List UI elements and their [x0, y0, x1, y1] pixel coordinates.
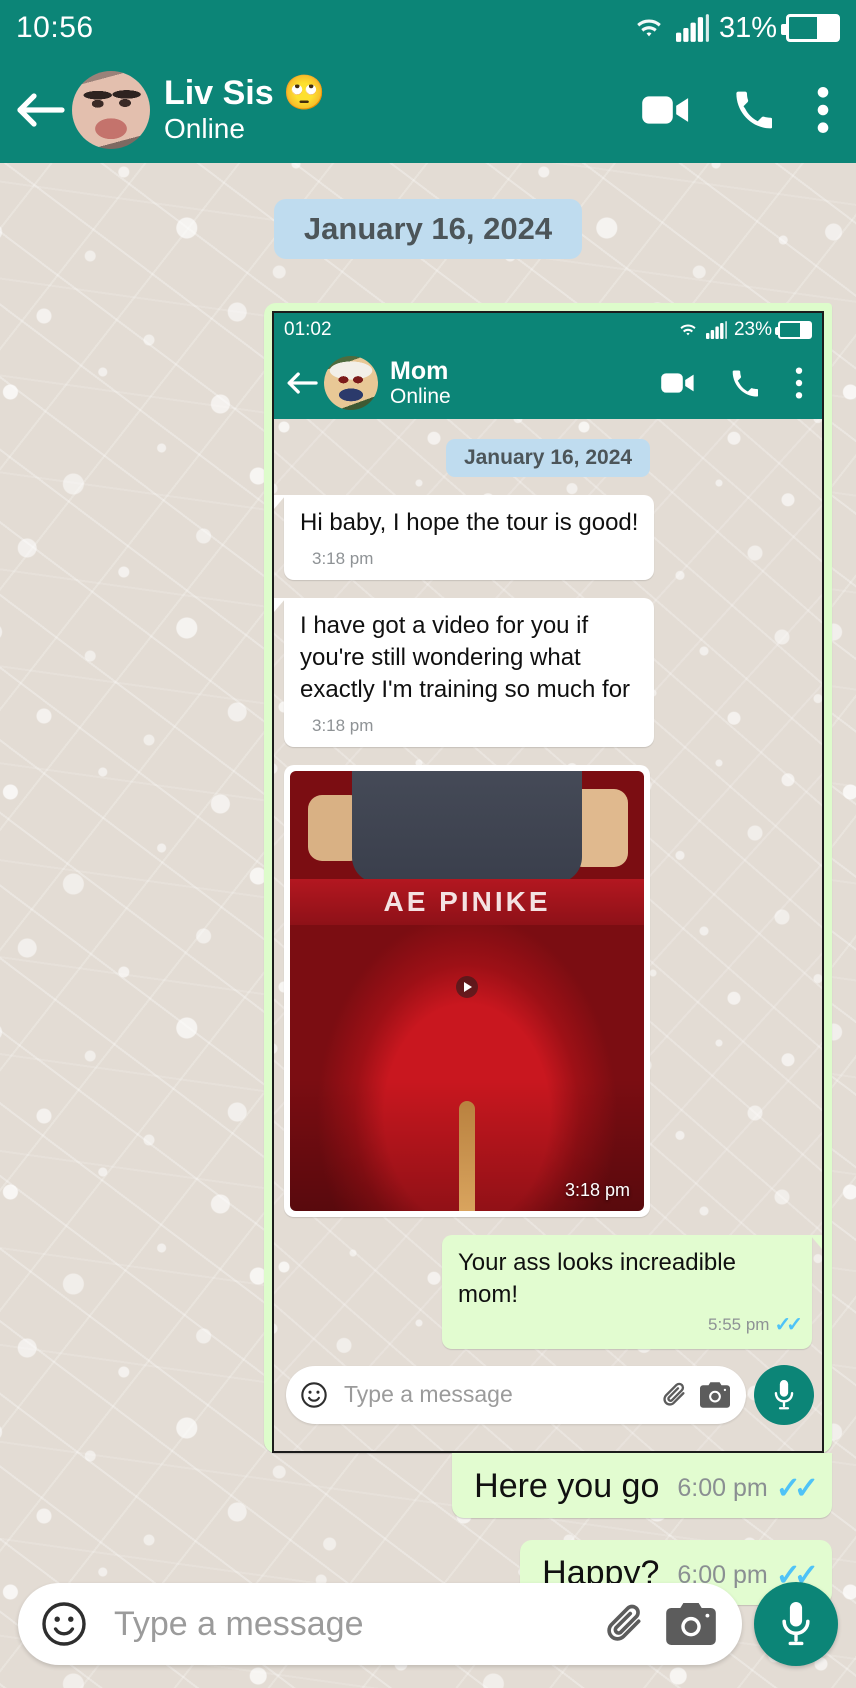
attachment-clip-icon[interactable]: [602, 1602, 646, 1646]
message-text: I have got a video for you if you're sti…: [300, 612, 631, 703]
message-time: 3:18 pm: [564, 1180, 630, 1201]
phone-call-icon[interactable]: [731, 369, 758, 397]
nested-input-placeholder: Type a message: [344, 1381, 513, 1408]
wifi-icon: [631, 14, 667, 42]
media-shirt: [352, 771, 582, 884]
media-thumbnail[interactable]: AE PINIKE 3:18 pm: [290, 771, 644, 1212]
battery-percent-label: 31%: [718, 11, 777, 44]
message-bubble-media[interactable]: AE PINIKE 3:18 pm: [284, 765, 650, 1218]
message-bubble-outgoing[interactable]: Your ass looks increadible mom! 5:55 pm …: [442, 1235, 822, 1349]
contact-status: Online: [164, 112, 245, 144]
nested-chat-header: Mom Online: [274, 347, 822, 419]
message-meta: 3:18 pm: [312, 715, 373, 737]
nested-message-input[interactable]: Type a message: [286, 1365, 746, 1424]
contact-name[interactable]: Mom: [390, 358, 451, 385]
message-time: 3:18 pm: [312, 548, 374, 568]
back-arrow-icon[interactable]: [282, 369, 322, 397]
message-meta: 3:18 pm: [312, 548, 373, 570]
status-bar-clock: 10:56: [16, 11, 94, 44]
status-bar: 10:56 31%: [0, 0, 856, 56]
battery-percent-label: 23%: [733, 319, 772, 340]
message-meta: 6:00 pm ✓✓: [677, 1471, 819, 1506]
message-bubble-incoming[interactable]: I have got a video for you if you're sti…: [274, 598, 654, 748]
emoji-icon[interactable]: [300, 1381, 328, 1409]
nested-message-list: January 16, 2024 Hi baby, I hope the tou…: [274, 419, 822, 1451]
contact-status: Online: [390, 384, 451, 408]
contact-name[interactable]: Liv Sis 🙄: [164, 75, 325, 112]
input-placeholder: Type a message: [114, 1604, 364, 1643]
play-icon[interactable]: [456, 975, 478, 998]
read-receipt-icon: ✓✓: [774, 1314, 802, 1337]
wifi-icon: [676, 321, 700, 339]
nested-status-bar: 01:02 23%: [274, 313, 822, 347]
media-waistband-text: AE PINIKE: [290, 879, 644, 926]
attachment-clip-icon[interactable]: [660, 1381, 688, 1409]
avatar[interactable]: [324, 356, 378, 410]
battery-icon: [775, 321, 812, 339]
message-meta: 5:55 pm ✓✓: [458, 1312, 803, 1338]
date-divider: January 16, 2024: [0, 163, 856, 259]
media-gap: [459, 1101, 475, 1212]
microphone-button[interactable]: [754, 1582, 838, 1666]
microphone-button[interactable]: [754, 1364, 814, 1425]
signal-icon: [675, 14, 710, 42]
nested-screenshot[interactable]: 01:02 23% Mom Online January 16, 2024 Hi…: [272, 311, 824, 1453]
camera-icon[interactable]: [666, 1603, 716, 1645]
message-bubble-outgoing[interactable]: Here you go 6:00 pm ✓✓: [452, 1452, 832, 1518]
phone-screen: 10:56 31% Liv Sis 🙄 Online January 16, 2…: [0, 0, 856, 1688]
video-call-icon[interactable]: [661, 371, 695, 395]
nested-status-bar-clock: 01:02: [284, 319, 332, 340]
screenshot-message-bubble[interactable]: 01:02 23% Mom Online January 16, 2024 Hi…: [264, 303, 832, 1453]
nested-input-bar: Type a message: [274, 1349, 822, 1441]
message-text: Here you go: [474, 1466, 660, 1505]
back-arrow-icon[interactable]: [12, 88, 68, 132]
overflow-menu-icon[interactable]: [794, 367, 804, 399]
chat-header: Liv Sis 🙄 Online: [0, 56, 856, 163]
video-call-icon[interactable]: [642, 93, 690, 127]
message-text: Hi baby, I hope the tour is good!: [300, 509, 639, 536]
message-bubble-incoming[interactable]: Hi baby, I hope the tour is good! 3:18 pm: [274, 495, 654, 581]
input-bar: Type a message: [0, 1568, 856, 1688]
date-divider-label: January 16, 2024: [273, 199, 583, 259]
message-time: 5:55 pm: [708, 1315, 770, 1335]
chat-message-list: January 16, 2024 01:02 23% Mom Online Ja…: [0, 163, 856, 1605]
message-input[interactable]: Type a message: [18, 1583, 742, 1665]
message-text: Your ass looks increadible mom!: [458, 1249, 736, 1308]
date-divider: January 16, 2024: [284, 419, 812, 477]
phone-call-icon[interactable]: [734, 91, 772, 129]
camera-icon[interactable]: [700, 1382, 730, 1408]
battery-icon: [781, 14, 840, 42]
read-receipt-icon: ✓✓: [775, 1471, 819, 1505]
message-time: 3:18 pm: [312, 715, 374, 735]
overflow-menu-icon[interactable]: [816, 86, 830, 133]
emoji-icon[interactable]: [40, 1600, 88, 1648]
signal-icon: [705, 321, 728, 339]
message-time: 6:00 pm: [677, 1473, 768, 1502]
date-divider-label: January 16, 2024: [445, 439, 651, 477]
avatar[interactable]: [72, 70, 150, 149]
